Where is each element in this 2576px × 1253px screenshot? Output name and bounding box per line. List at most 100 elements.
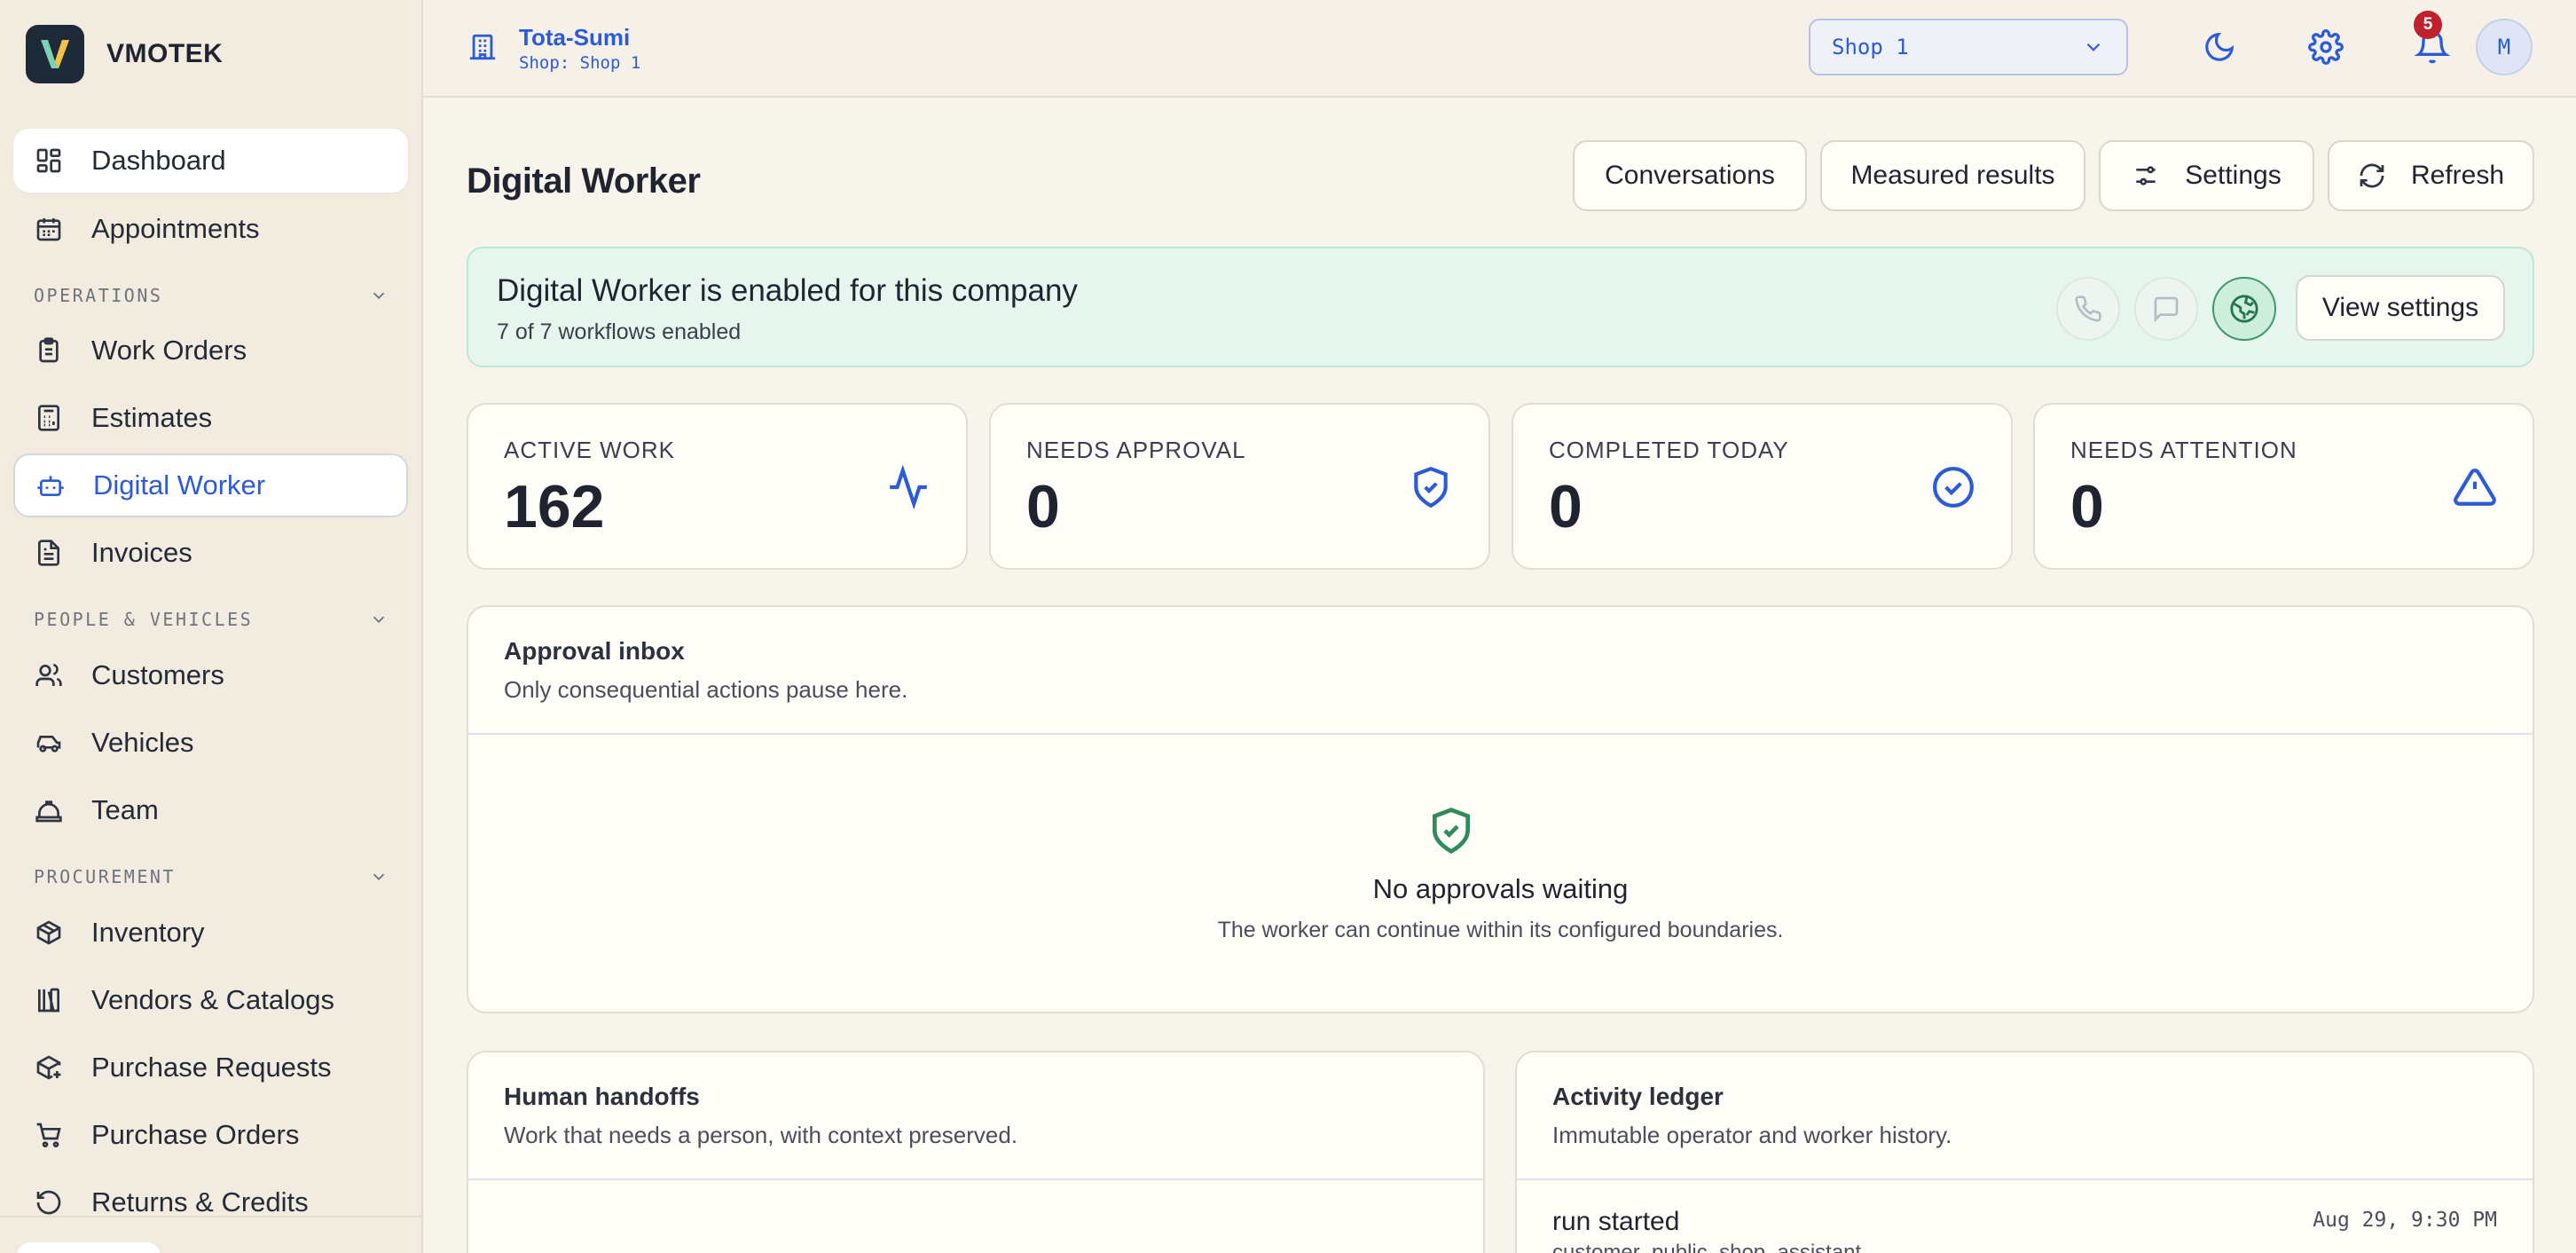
ledger-row-meta: customer_public_shop_assistant	[1552, 1241, 1862, 1253]
panel-title: Activity ledger	[1552, 1083, 1724, 1110]
sidebar-item-invoices[interactable]: Invoices	[13, 521, 408, 585]
sidebar-item-label: Purchase Requests	[91, 1052, 332, 1083]
measured-results-button[interactable]: Measured results	[1820, 140, 2085, 211]
company-name: Tota-Sumi	[519, 24, 631, 51]
stat-label: COMPLETED TODAY	[1549, 437, 1789, 463]
sidebar-item-label: Dashboard	[91, 145, 226, 176]
stat-card-needs-attention: NEEDS ATTENTION 0	[2033, 403, 2534, 570]
shop-select-value: Shop 1	[1832, 35, 1909, 59]
voice-channel-toggle[interactable]	[2056, 277, 2120, 341]
panel-header: Approval inbox Only consequential action…	[468, 607, 2533, 735]
sidebar-item-digital-worker[interactable]: Digital Worker	[13, 453, 408, 517]
sidebar-collapse-button[interactable]	[18, 1242, 160, 1253]
globe-icon	[2230, 295, 2258, 323]
page-title: Digital Worker	[467, 162, 701, 201]
refresh-icon	[2360, 163, 2384, 188]
web-channel-toggle[interactable]	[2212, 277, 2276, 341]
panel-header: Human handoffs Work that needs a person,…	[468, 1052, 1483, 1180]
calendar-icon	[33, 213, 65, 245]
cart-icon	[33, 1119, 65, 1151]
sidebar-item-purchase-requests[interactable]: Purchase Requests	[13, 1036, 408, 1099]
approval-inbox-panel: Approval inbox Only consequential action…	[467, 605, 2534, 1013]
chevron-down-icon	[373, 616, 385, 624]
chat-channel-toggle[interactable]	[2134, 277, 2198, 341]
bot-icon	[35, 469, 67, 501]
shop-select[interactable]: Shop 1	[1809, 19, 2128, 75]
settings-button[interactable]	[2302, 23, 2350, 71]
dashboard-grid-icon	[33, 145, 65, 177]
refresh-button[interactable]: Refresh	[2328, 140, 2534, 211]
brand[interactable]: VMOTEK	[26, 25, 223, 83]
banner-subtitle: 7 of 7 workflows enabled	[497, 319, 742, 344]
sidebar-item-team[interactable]: Team	[13, 778, 408, 842]
sidebar-item-purchase-orders[interactable]: Purchase Orders	[13, 1103, 408, 1167]
empty-state-title: No approvals waiting	[1372, 873, 1629, 904]
brand-name: VMOTEK	[106, 39, 224, 68]
view-settings-button[interactable]: View settings	[2296, 275, 2505, 341]
stat-label: NEEDS ATTENTION	[2070, 437, 2297, 463]
sidebar-item-vendors-catalogs[interactable]: Vendors & Catalogs	[13, 968, 408, 1032]
sidebar-item-customers[interactable]: Customers	[13, 643, 408, 707]
stat-value: 0	[1549, 473, 1583, 540]
theme-toggle-button[interactable]	[2195, 23, 2243, 71]
sidebar-item-label: Team	[91, 794, 159, 825]
measured-results-button-label: Measured results	[1850, 161, 2055, 190]
company-text: Tota-Sumi Shop: Shop 1	[519, 23, 640, 75]
package-icon	[33, 917, 65, 949]
stat-label: ACTIVE WORK	[504, 437, 676, 463]
sidebar-item-work-orders[interactable]: Work Orders	[13, 319, 408, 382]
section-label: OPERATIONS	[34, 285, 163, 306]
panel-title: Human handoffs	[504, 1083, 700, 1110]
panel-title: Approval inbox	[504, 637, 685, 665]
library-icon	[33, 984, 65, 1016]
users-icon	[33, 659, 65, 691]
panel-subtitle: Only consequential actions pause here.	[504, 676, 908, 703]
sidebar-item-estimates[interactable]: Estimates	[13, 386, 408, 450]
panel-header: Activity ledger Immutable operator and w…	[1517, 1052, 2533, 1180]
stat-value: 162	[504, 473, 605, 540]
conversations-button[interactable]: Conversations	[1573, 140, 1807, 211]
sidebar-item-vehicles[interactable]: Vehicles	[13, 711, 408, 775]
section-toggle-procurement[interactable]: PROCUREMENT	[34, 863, 389, 890]
building-icon	[467, 32, 499, 64]
chevron-down-icon	[373, 873, 385, 881]
company-shop: Shop: Shop 1	[519, 53, 641, 73]
sidebar-item-label: Invoices	[91, 537, 192, 568]
package-plus-icon	[33, 1052, 65, 1084]
activity-ledger-panel: Activity ledger Immutable operator and w…	[1515, 1051, 2534, 1253]
sidebar-item-label: Customers	[91, 659, 224, 690]
calculator-icon	[33, 402, 65, 434]
section-toggle-operations[interactable]: OPERATIONS	[34, 282, 389, 309]
stat-label: NEEDS APPROVAL	[1026, 437, 1246, 463]
stat-card-completed-today: COMPLETED TODAY 0	[1512, 403, 2013, 570]
app-root: VMOTEK Dashboard Appointments OPERATIONS…	[0, 0, 2576, 1253]
sidebar-item-label: Inventory	[91, 917, 205, 948]
moon-icon	[2205, 32, 2234, 61]
sidebar-item-dashboard[interactable]: Dashboard	[13, 129, 408, 193]
stat-value: 0	[2070, 473, 2104, 540]
chevron-down-icon	[2086, 43, 2101, 51]
sidebar-item-appointments[interactable]: Appointments	[13, 197, 408, 261]
topbar: Tota-Sumi Shop: Shop 1 Shop 1 5 M	[423, 0, 2576, 98]
avatar[interactable]: M	[2476, 19, 2533, 75]
stat-card-active-work: ACTIVE WORK 162	[467, 403, 968, 570]
check-circle-icon	[1933, 467, 1974, 508]
panel-subtitle: Work that needs a person, with context p…	[504, 1122, 1018, 1148]
stat-value: 0	[1026, 473, 1060, 540]
sidebar-item-label: Work Orders	[91, 335, 247, 366]
document-icon	[33, 537, 65, 569]
shield-check-icon	[1433, 808, 1470, 854]
settings-action-button[interactable]: Settings	[2099, 140, 2314, 211]
ledger-row-time: Aug 29, 9:30 PM	[2313, 1209, 2497, 1232]
banner-title: Digital Worker is enabled for this compa…	[497, 273, 1078, 308]
gear-icon	[2308, 29, 2344, 65]
message-icon	[2154, 296, 2179, 323]
sidebar-item-label: Vehicles	[91, 727, 194, 758]
company-switcher[interactable]: Tota-Sumi Shop: Shop 1	[467, 23, 640, 75]
warning-triangle-icon	[2454, 469, 2496, 506]
phone-icon	[2075, 296, 2101, 322]
sidebar-item-inventory[interactable]: Inventory	[13, 901, 408, 965]
car-icon	[33, 727, 65, 759]
section-toggle-people-vehicles[interactable]: PEOPLE & VEHICLES	[34, 606, 389, 633]
settings-action-button-label: Settings	[2185, 161, 2281, 190]
